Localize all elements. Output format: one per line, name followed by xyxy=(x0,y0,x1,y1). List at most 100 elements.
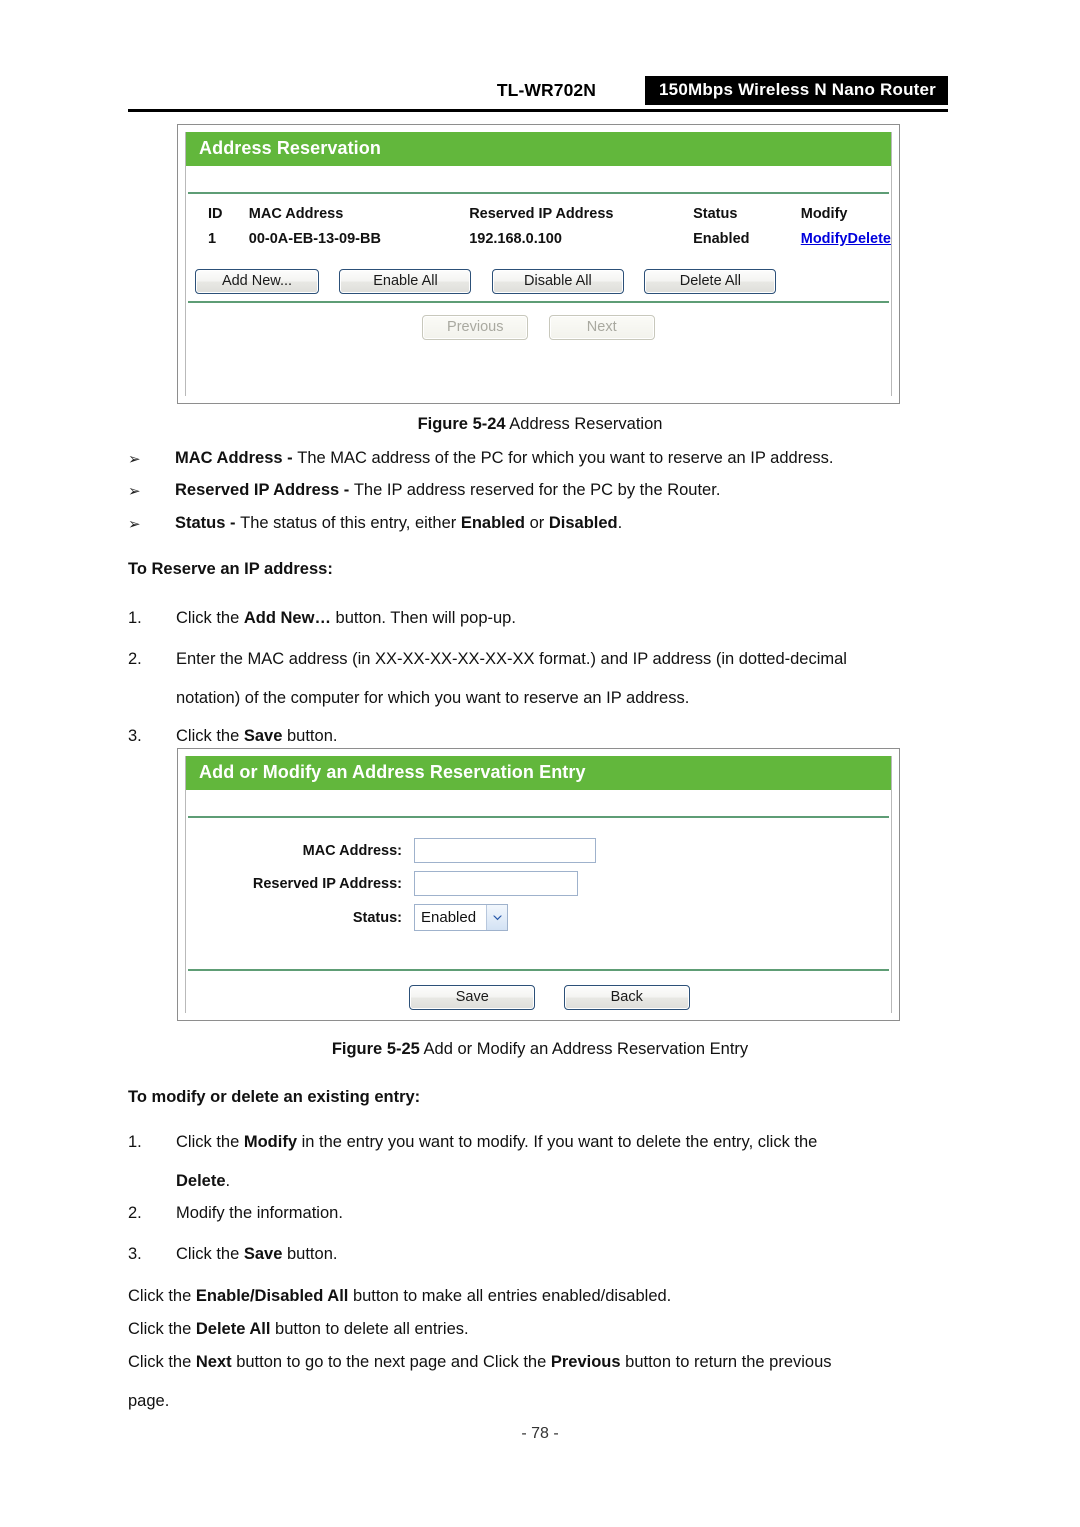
column-header-modify: Modify xyxy=(800,206,848,222)
add-new-button[interactable]: Add New... xyxy=(195,269,319,294)
step-number-1: 1. xyxy=(128,609,142,627)
arrow-bullet-icon: ➢ xyxy=(128,451,141,468)
bullet-status: ➢ Status - The status of this entry, eit… xyxy=(128,514,958,533)
arrow-bullet-icon: ➢ xyxy=(128,483,141,500)
panel-title-add-modify-entry: Add or Modify an Address Reservation Ent… xyxy=(186,756,891,790)
para-2-pre: Click the xyxy=(128,1353,196,1371)
bullet-dash-0: - xyxy=(282,449,298,467)
page-footer: - 78 - xyxy=(521,1425,559,1442)
arrow-bullet-icon: ➢ xyxy=(128,516,141,533)
bullet-term-status: Status xyxy=(175,514,226,532)
bullet-desc-ip: The IP address reserved for the PC by th… xyxy=(353,481,721,499)
para-1-bold: Delete All xyxy=(195,1320,271,1338)
cell-mac: 00-0A-EB-13-09-BB xyxy=(248,231,381,247)
back-button[interactable]: Back xyxy=(563,985,690,1010)
column-header-status: Status xyxy=(693,206,738,222)
next-page-button[interactable]: Next xyxy=(548,315,655,340)
step-1-bold-addnew: Add New… xyxy=(243,609,331,627)
step-3-pre: Click the xyxy=(176,727,244,745)
step-number-3: 3. xyxy=(128,727,142,745)
step-m1-pre: Click the xyxy=(176,1133,244,1151)
step-m1-mid: in the entry you want to modify. If you … xyxy=(297,1133,818,1151)
disable-all-button[interactable]: Disable All xyxy=(491,269,624,294)
step-modify-1-line1: Click the Modify in the entry you want t… xyxy=(176,1123,960,1162)
header-divider-rule xyxy=(128,109,948,112)
mac-address-label: MAC Address: xyxy=(302,842,402,859)
figure-caption-5-25-text: Add or Modify an Address Reservation Ent… xyxy=(419,1040,749,1058)
para-1-post: button to delete all entries. xyxy=(270,1320,469,1338)
figure-caption-5-24-label: Figure 5-24 xyxy=(417,415,506,433)
step-number-2: 2. xyxy=(128,650,142,668)
pagination-row: Previous Next xyxy=(186,303,891,354)
bullet-desc-status-post: . xyxy=(617,514,623,532)
table-row: 1 00-0A-EB-13-09-BB 192.168.0.100 Enable… xyxy=(186,228,891,253)
bullet-reserved-ip-body: Reserved IP Address - The IP address res… xyxy=(175,481,958,500)
para-2-bold-next: Next xyxy=(195,1353,232,1371)
reserved-ip-input[interactable] xyxy=(414,871,578,896)
cell-modify-actions: ModifyDelete xyxy=(801,228,891,253)
cell-ip: 192.168.0.100 xyxy=(469,231,562,247)
step-number-3: 3. xyxy=(128,1245,142,1263)
product-banner: 150Mbps Wireless N Nano Router xyxy=(645,76,948,105)
step-reserve-2-line2: notation) of the computer for which you … xyxy=(176,689,690,707)
bullet-term-mac: MAC Address xyxy=(175,449,283,467)
address-reservation-screenshot: Address Reservation ID MAC Address Reser… xyxy=(177,124,900,404)
reserved-ip-label: Reserved IP Address: xyxy=(252,875,402,892)
para-2-mid: button to go to the next page and Click … xyxy=(231,1353,551,1371)
paragraph-next-previous: Click the Next button to go to the next … xyxy=(128,1343,960,1421)
panel-spacer xyxy=(186,166,891,192)
modify-link[interactable]: Modify xyxy=(801,231,848,247)
bullet-status-enabled: Enabled xyxy=(460,514,526,532)
step-number-2: 2. xyxy=(128,1204,142,1222)
bullet-term-ip: Reserved IP Address xyxy=(175,481,340,499)
column-header-mac: MAC Address xyxy=(248,206,344,222)
step-modify-3-body: Click the Save button. xyxy=(176,1235,958,1274)
step-modify-1: 1. Click the Modify in the entry you wan… xyxy=(128,1123,960,1201)
bullet-mac-address-body: MAC Address - The MAC address of the PC … xyxy=(175,449,958,468)
add-modify-entry-screenshot: Add or Modify an Address Reservation Ent… xyxy=(177,748,900,1021)
para-0-post: button to make all entries enabled/disab… xyxy=(348,1287,672,1305)
bullet-dash-2: - xyxy=(225,514,241,532)
form-spacer xyxy=(186,939,891,963)
step-m3-pre: Click the xyxy=(176,1245,244,1263)
step-modify-2: 2. Modify the information. xyxy=(128,1194,958,1233)
step-m1-bold-delete: Delete xyxy=(176,1172,226,1190)
delete-all-button[interactable]: Delete All xyxy=(644,269,777,294)
bullet-reserved-ip-address: ➢ Reserved IP Address - The IP address r… xyxy=(128,481,958,500)
step-3-post: button. xyxy=(282,727,338,745)
step-number-1: 1. xyxy=(128,1133,142,1151)
form-row-status: Status: Enabled xyxy=(186,904,891,931)
delete-link[interactable]: Delete xyxy=(847,231,891,247)
previous-page-button[interactable]: Previous xyxy=(422,315,529,340)
panel-inner-frame: Address Reservation ID MAC Address Reser… xyxy=(185,132,892,396)
step-m1-post: . xyxy=(225,1172,231,1190)
column-header-ip: Reserved IP Address xyxy=(469,206,614,222)
save-button[interactable]: Save xyxy=(409,985,536,1010)
step-reserve-2-line1: Enter the MAC address (in XX-XX-XX-XX-XX… xyxy=(176,650,847,668)
cell-status: Enabled xyxy=(693,231,750,247)
bullet-status-body: Status - The status of this entry, eithe… xyxy=(175,514,958,533)
mac-address-input[interactable] xyxy=(414,838,596,863)
step-m3-post: button. xyxy=(282,1245,338,1263)
figure-caption-5-24-text: Address Reservation xyxy=(505,415,663,433)
step-1-post: button. Then will pop-up. xyxy=(330,609,516,627)
figure-caption-5-25: Figure 5-25 Add or Modify an Address Res… xyxy=(0,1040,1080,1059)
bulk-action-button-row: Add New... Enable All Disable All Delete… xyxy=(186,253,891,295)
figure-caption-5-24: Figure 5-24 Address Reservation xyxy=(0,415,1080,434)
chevron-down-icon xyxy=(486,905,508,930)
bullet-desc-mac: The MAC address of the PC for which you … xyxy=(297,449,834,467)
bullet-desc-status-pre: The status of this entry, either xyxy=(240,514,461,532)
para-1-pre: Click the xyxy=(128,1320,196,1338)
para-2-line1: Click the Next button to go to the next … xyxy=(128,1343,960,1382)
para-2-line2: page. xyxy=(128,1392,170,1410)
heading-to-reserve-ip: To Reserve an IP address: xyxy=(128,560,333,578)
status-select[interactable]: Enabled xyxy=(414,904,509,931)
column-header-id: ID xyxy=(208,206,223,222)
enable-all-button[interactable]: Enable All xyxy=(339,269,472,294)
step-3-bold-save: Save xyxy=(243,727,283,745)
figure-caption-5-25-label: Figure 5-25 xyxy=(331,1040,420,1058)
entry-form: MAC Address: Reserved IP Address: Status… xyxy=(186,818,891,969)
form-row-reserved-ip: Reserved IP Address: xyxy=(186,871,891,896)
bullet-mac-address: ➢ MAC Address - The MAC address of the P… xyxy=(128,449,958,468)
bullet-dash-1: - xyxy=(339,481,354,499)
